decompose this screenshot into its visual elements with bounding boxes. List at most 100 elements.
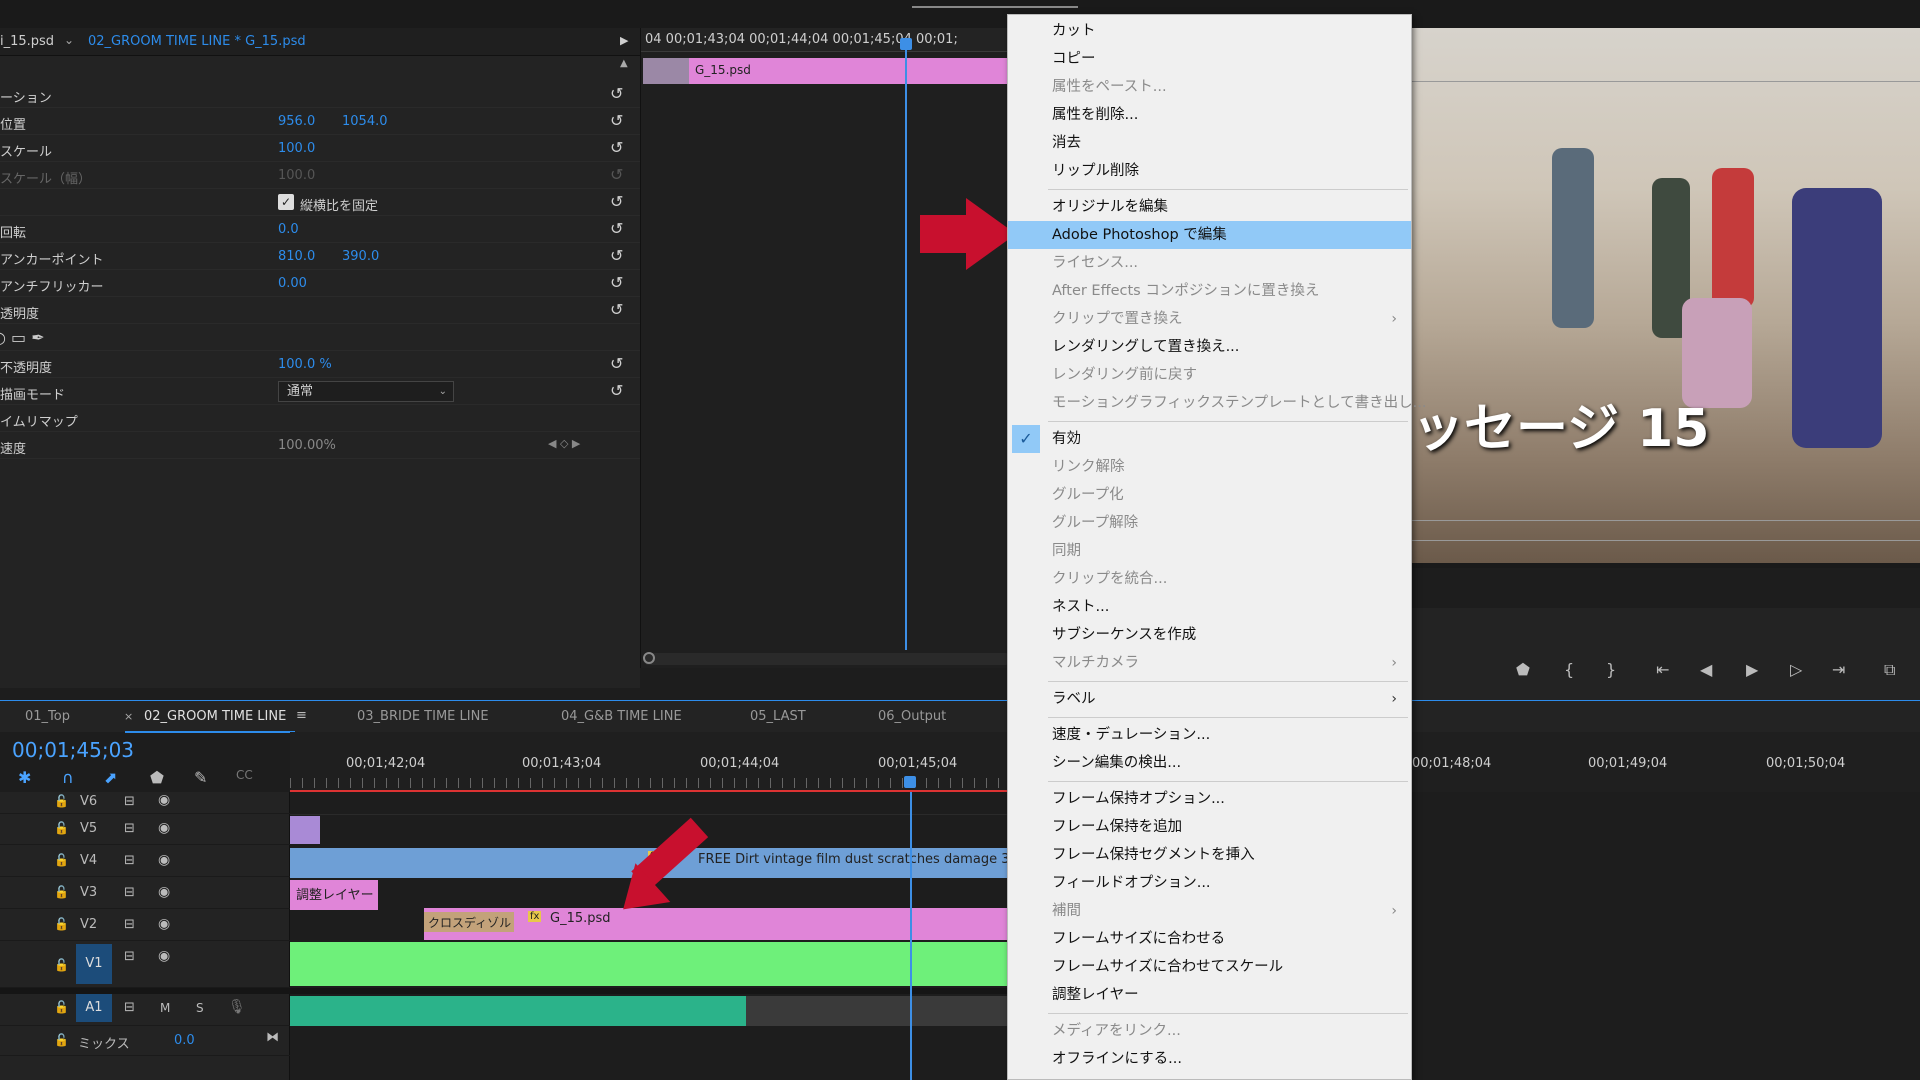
- mark-in-icon[interactable]: {: [1564, 660, 1574, 679]
- property-value-2[interactable]: 390.0: [342, 249, 379, 264]
- tab-01-top[interactable]: 01_Top: [25, 709, 70, 724]
- property-value-1[interactable]: 0.00: [278, 276, 307, 291]
- reset-icon[interactable]: ↺: [610, 138, 623, 157]
- collapse-up-icon[interactable]: ▲: [620, 58, 628, 69]
- ec-scrollbar[interactable]: [643, 653, 1011, 665]
- menu-item[interactable]: レンダリングして置き換え...: [1008, 333, 1411, 361]
- step-forward-icon[interactable]: ▷: [1790, 660, 1802, 679]
- close-icon[interactable]: ×: [124, 710, 133, 723]
- track-header-v3[interactable]: 🔓 V3 ⊟ ◉: [0, 878, 290, 909]
- lock-icon[interactable]: 🔓: [54, 958, 69, 972]
- reset-icon[interactable]: ↺: [610, 219, 623, 238]
- timeline-playhead-handle[interactable]: [904, 776, 916, 788]
- menu-item[interactable]: ラベル ›: [1008, 685, 1411, 713]
- mix-end-icon[interactable]: ⧓: [266, 1030, 279, 1045]
- marker-icon[interactable]: ⬟: [150, 768, 164, 787]
- reset-icon[interactable]: ↺: [610, 354, 623, 373]
- property-value-1[interactable]: 100.0: [278, 168, 315, 183]
- film-icon[interactable]: ⊟: [124, 949, 135, 964]
- effect-property-row[interactable]: ーション ↺: [0, 81, 640, 108]
- ec-clip[interactable]: G_15.psd: [689, 58, 1011, 84]
- menu-item[interactable]: 消去: [1008, 129, 1411, 157]
- solo-button[interactable]: S: [196, 1001, 204, 1015]
- menu-item[interactable]: 速度・デュレーション...: [1008, 721, 1411, 749]
- eye-icon[interactable]: ◉: [158, 852, 170, 868]
- lock-icon[interactable]: 🔓: [54, 1033, 69, 1047]
- property-value-2[interactable]: 1054.0: [342, 114, 388, 129]
- menu-item[interactable]: オリジナルを編集: [1008, 193, 1411, 221]
- reset-icon[interactable]: ↺: [610, 273, 623, 292]
- reset-icon[interactable]: ↺: [610, 111, 623, 130]
- effect-property-row[interactable]: アンカーポイント 810.0 390.0 ↺: [0, 243, 640, 270]
- step-back-icon[interactable]: ◀: [1700, 660, 1712, 679]
- property-value-1[interactable]: 956.0: [278, 114, 315, 129]
- menu-item[interactable]: リップル削除: [1008, 157, 1411, 185]
- film-icon[interactable]: ⊟: [124, 885, 135, 900]
- mix-value[interactable]: 0.0: [174, 1033, 195, 1048]
- film-icon[interactable]: ⊟: [124, 794, 135, 809]
- microphone-icon[interactable]: 🎙: [228, 999, 246, 1015]
- clip-v1[interactable]: [290, 942, 1010, 986]
- effect-property-row[interactable]: 回転 0.0 ↺: [0, 216, 640, 243]
- go-to-in-icon[interactable]: ⇤: [1656, 660, 1669, 679]
- ec-zoom-handle[interactable]: [643, 652, 655, 664]
- track-header-v1[interactable]: 🔓 V1 ⊟ ◉: [0, 942, 290, 988]
- tab-06-output[interactable]: 06_Output: [878, 709, 946, 724]
- chevron-down-icon[interactable]: ⌄: [64, 33, 74, 47]
- selection-tool-icon[interactable]: ⬈: [104, 768, 117, 787]
- mute-button[interactable]: M: [160, 1001, 170, 1015]
- timeline-ruler[interactable]: 00;01;42;04 00;01;43;04 00;01;44;04 00;0…: [290, 732, 1010, 792]
- timeline-timecode[interactable]: 00;01;45;03: [12, 738, 134, 762]
- effect-property-row[interactable]: ✓ 縦横比を固定 ↺: [0, 189, 640, 216]
- film-icon[interactable]: ⊟: [124, 853, 135, 868]
- reset-icon[interactable]: ↺: [610, 246, 623, 265]
- menu-item[interactable]: フレーム保持オプション...: [1008, 785, 1411, 813]
- eye-icon[interactable]: ◉: [158, 792, 170, 808]
- reset-icon[interactable]: ↺: [610, 165, 623, 184]
- menu-item[interactable]: フレームサイズに合わせる: [1008, 925, 1411, 953]
- track-header-v5[interactable]: 🔓 V5 ⊟ ◉: [0, 814, 290, 845]
- eye-icon[interactable]: ◉: [158, 948, 170, 964]
- eye-icon[interactable]: ◉: [158, 884, 170, 900]
- menu-item[interactable]: フレーム保持を追加: [1008, 813, 1411, 841]
- film-icon[interactable]: ⊟: [124, 821, 135, 836]
- menu-item[interactable]: フレーム保持セグメントを挿入: [1008, 841, 1411, 869]
- effect-property-row[interactable]: アンチフリッカー 0.00 ↺: [0, 270, 640, 297]
- track-header-v6[interactable]: 🔓 V6 ⊟ ◉: [0, 792, 290, 814]
- reset-icon[interactable]: ↺: [610, 192, 623, 211]
- menu-item[interactable]: 有効: [1008, 425, 1411, 453]
- reset-icon[interactable]: ↺: [610, 300, 623, 319]
- timeline-ruler-right[interactable]: 00;01;48;04 00;01;49;04 00;01;50;04: [1412, 732, 1920, 792]
- property-value-1[interactable]: 100.0: [278, 141, 315, 156]
- clip-v2[interactable]: クロスディゾル fx G_15.psd: [424, 908, 1010, 940]
- effect-property-row[interactable]: 位置 956.0 1054.0 ↺: [0, 108, 640, 135]
- lock-icon[interactable]: 🔓: [54, 853, 69, 867]
- menu-item[interactable]: サブシーケンスを作成: [1008, 621, 1411, 649]
- uniform-scale-checkbox[interactable]: ✓: [278, 194, 294, 210]
- lock-icon[interactable]: 🔓: [54, 885, 69, 899]
- linked-selection-icon[interactable]: ∩: [62, 768, 74, 787]
- mask-tools-icon[interactable]: ○ ▭ ✒: [0, 328, 45, 347]
- property-value-1[interactable]: 100.0 %: [278, 357, 332, 372]
- go-to-out-icon[interactable]: ⇥: [1832, 660, 1845, 679]
- menu-item[interactable]: 調整レイヤー: [1008, 981, 1411, 1009]
- film-icon[interactable]: ⊟: [124, 1000, 135, 1015]
- clip-v5[interactable]: [290, 816, 320, 844]
- lock-icon[interactable]: 🔓: [54, 794, 69, 808]
- clip-a1[interactable]: [290, 996, 746, 1026]
- effect-property-row[interactable]: イムリマップ: [0, 405, 640, 432]
- snap-icon[interactable]: ✱: [18, 768, 31, 787]
- track-header-a1[interactable]: 🔓 A1 ⊟ M S 🎙: [0, 988, 290, 1026]
- keyframe-nav-icon[interactable]: ◀ ◇ ▶: [548, 437, 580, 450]
- menu-item[interactable]: シーン編集の検出...: [1008, 749, 1411, 777]
- effect-property-row[interactable]: 不透明度 100.0 % ↺: [0, 351, 640, 378]
- add-marker-icon[interactable]: ⬟: [1516, 660, 1530, 679]
- play-triangle-icon[interactable]: ▶: [620, 34, 628, 47]
- menu-item[interactable]: オフラインにする...: [1008, 1045, 1411, 1073]
- reset-icon[interactable]: ↺: [610, 381, 623, 400]
- source-clip-name[interactable]: i_15.psd: [0, 34, 54, 49]
- mark-out-icon[interactable]: }: [1606, 660, 1616, 679]
- tab-03-bride[interactable]: 03_BRIDE TIME LINE: [357, 709, 489, 724]
- captions-icon[interactable]: CC: [236, 768, 253, 782]
- ec-playhead[interactable]: [905, 40, 907, 650]
